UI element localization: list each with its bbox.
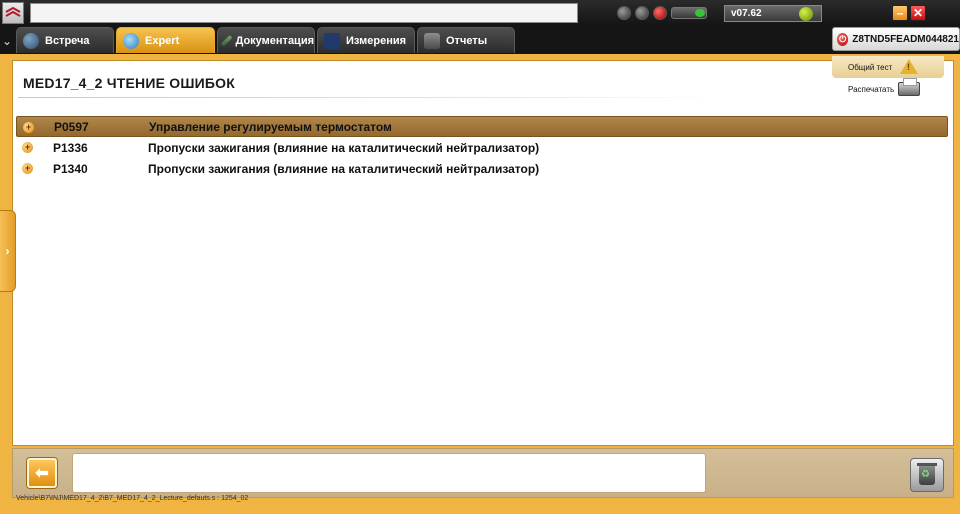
chevron-down-icon[interactable]: ⌄ <box>2 34 12 48</box>
tab-bar: ⌄ Встреча Expert Документация Измерения … <box>0 26 960 54</box>
page-title: MED17_4_2 ЧТЕНИЕ ОШИБОК <box>23 75 235 91</box>
title-divider <box>18 97 718 98</box>
back-button[interactable]: ⬅ <box>27 458 57 488</box>
tab-expert[interactable]: Expert <box>116 27 215 53</box>
tab-label: Встреча <box>45 34 90 47</box>
fault-row[interactable]: + P0597 Управление регулируемым термоста… <box>16 116 948 137</box>
status-icons <box>617 6 707 20</box>
tab-label: Документация <box>235 34 314 47</box>
top-bar: v07.62 – ✕ <box>0 0 960 26</box>
book-icon <box>220 34 233 47</box>
fault-code: P0597 <box>54 119 89 134</box>
tab-label: Expert <box>145 34 180 47</box>
general-test-button[interactable]: Общий тест <box>832 56 944 78</box>
expand-plus-icon[interactable]: + <box>22 163 33 174</box>
address-input[interactable] <box>30 3 578 23</box>
power-icon: ⏻ <box>837 32 849 46</box>
update-icon[interactable] <box>799 7 813 21</box>
trash-icon <box>917 462 937 485</box>
tab-measurements[interactable]: Измерения <box>317 27 415 53</box>
magnifier-icon <box>123 32 139 49</box>
warning-icon <box>900 59 918 74</box>
fault-list: + P0597 Управление регулируемым термоста… <box>16 116 948 179</box>
version-badge: v07.62 <box>724 5 822 22</box>
printer-icon <box>898 78 920 96</box>
user-icon[interactable] <box>635 6 649 20</box>
print-button[interactable]: Распечатать <box>832 78 944 100</box>
expand-sidebar-handle[interactable]: › <box>0 210 16 292</box>
fault-code: P1336 <box>53 140 88 155</box>
brand-logo-icon <box>2 2 24 24</box>
diagbox-window: v07.62 – ✕ ⌄ Встреча Expert Документация… <box>0 0 960 514</box>
tab-documentation[interactable]: Документация <box>217 27 315 53</box>
tab-reports[interactable]: Отчеты <box>417 27 515 53</box>
fault-row[interactable]: + P1340 Пропуски зажигания (влияние на к… <box>16 158 948 179</box>
meeting-icon <box>23 32 39 49</box>
tab-meeting[interactable]: Встреча <box>16 27 114 53</box>
side-actions: Общий тест Распечатать <box>832 56 944 104</box>
clear-faults-button[interactable] <box>910 458 944 492</box>
stop-icon[interactable] <box>653 6 667 20</box>
fault-description: Пропуски зажигания (влияние на каталитич… <box>148 140 540 155</box>
expand-plus-icon[interactable]: + <box>22 142 33 153</box>
tab-label: Измерения <box>346 34 407 47</box>
fault-description: Управление регулируемым термостатом <box>149 119 392 134</box>
script-path: Vehicle\B7\INJ\MED17_4_2\B7_MED17_4_2_Le… <box>16 495 249 502</box>
waveform-icon <box>324 32 340 49</box>
fault-row[interactable]: + P1336 Пропуски зажигания (влияние на к… <box>16 137 948 158</box>
report-icon <box>424 32 440 49</box>
tab-label: Отчеты <box>446 34 488 47</box>
version-label: v07.62 <box>731 8 762 19</box>
expand-plus-icon[interactable]: + <box>23 122 34 133</box>
fault-code: P1340 <box>53 161 88 176</box>
print-label: Распечатать <box>848 84 895 94</box>
battery-icon <box>671 7 707 19</box>
arrow-left-icon: ⬅ <box>35 465 49 482</box>
fault-description: Пропуски зажигания (влияние на каталитич… <box>148 161 540 176</box>
download-icon[interactable] <box>617 6 631 20</box>
vin-label: Z8TND5FEADM044821 <box>852 33 959 45</box>
close-button[interactable]: ✕ <box>910 5 926 21</box>
general-test-label: Общий тест <box>848 62 893 72</box>
vin-badge[interactable]: ⏻ Z8TND5FEADM044821 <box>832 27 960 51</box>
message-box <box>72 453 706 493</box>
minimize-button[interactable]: – <box>892 5 908 21</box>
